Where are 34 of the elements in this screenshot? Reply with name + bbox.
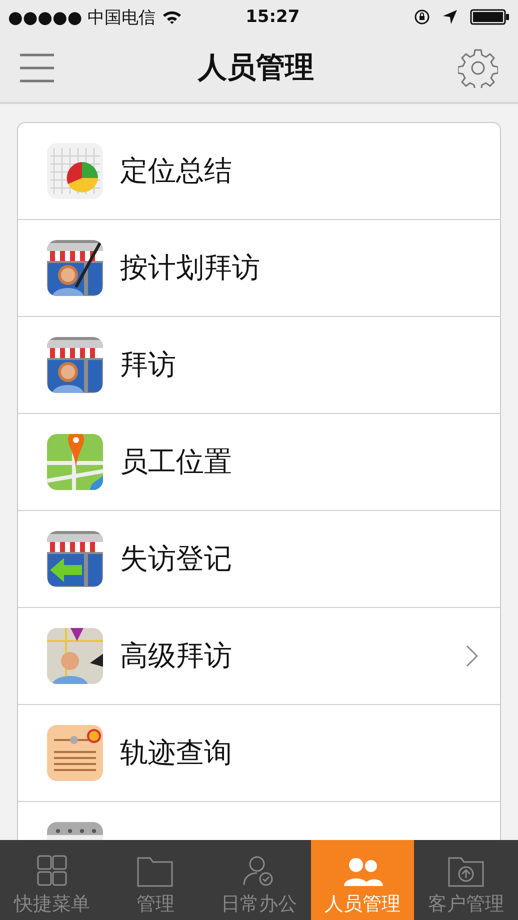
menu-item-label: 员工位置 [120,444,233,480]
menu-item[interactable]: 轨迹查询 [18,705,500,802]
menu-item[interactable]: 员工位置 [18,414,500,511]
clock-text: 15:27 [246,7,300,27]
map-icon [46,627,104,685]
menu-icon[interactable] [20,53,54,83]
menu-item[interactable]: 按计划拜访 [18,220,500,317]
storefront-icon [46,530,104,588]
menu-item-label: 拜访 [120,347,177,383]
menu-item-label: 失访登记 [120,541,233,577]
battery-icon [470,9,510,25]
storefront-icon [46,336,104,394]
storefront-icon [46,239,104,297]
map-pin-icon [46,433,104,491]
menu-item-label: 定位总结 [120,153,233,189]
pie-chart-icon [46,142,104,200]
wifi-icon [162,10,182,24]
people-icon [342,855,383,887]
menu-item-label: 按计划拜访 [120,250,261,286]
carrier-text: ●●●●● 中国电信 [8,6,156,28]
menu-item[interactable]: 拜访 [18,317,500,414]
certificate-icon [46,724,104,782]
menu-item-label: 高级拜访 [120,638,233,674]
page-title: 人员管理 [198,49,314,86]
menu-item[interactable]: 失访登记 [18,511,500,608]
location-arrow-icon [442,9,458,25]
menu-item[interactable]: 高级拜访 [18,608,500,705]
folder-icon [135,855,176,887]
folder-upload-icon [446,855,486,887]
rotation-lock-icon [414,9,430,25]
chevron-icon [466,645,478,667]
menu-item[interactable]: 定位总结 [18,123,500,220]
settings-icon[interactable] [458,48,498,88]
menu-item-label: 轨迹查询 [120,735,233,771]
